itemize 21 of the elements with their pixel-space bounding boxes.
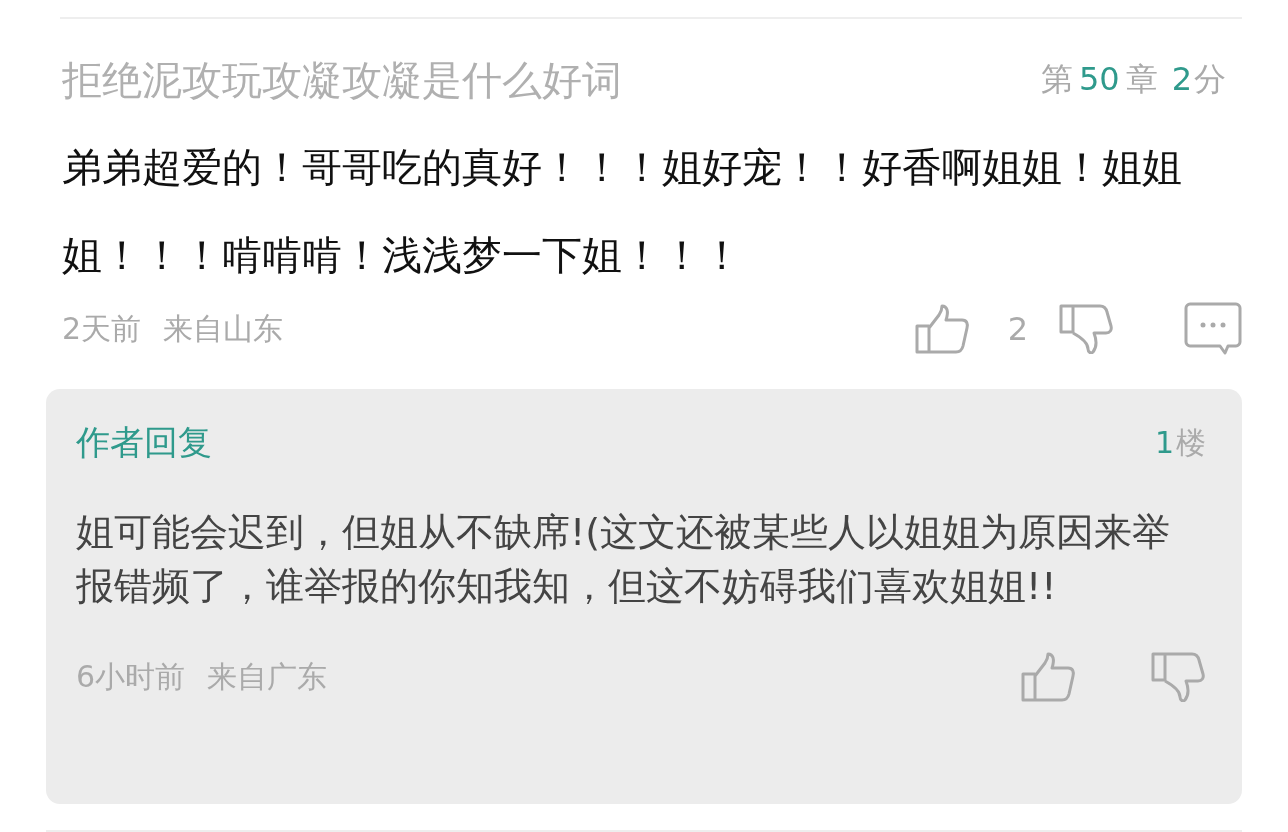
thumbs-down-icon[interactable]	[1058, 304, 1114, 354]
thumbs-up-icon[interactable]	[1020, 652, 1076, 702]
comment-time: 2天前	[62, 309, 142, 348]
author-reply-label: 作者回复	[76, 421, 212, 464]
comment-text: 弟弟超爱的！哥哥吃的真好！！！姐好宠！！好香啊姐姐！姐姐姐！！！啃啃啃！浅浅梦一下姐！！！	[62, 143, 1183, 280]
score-unit: 分	[1194, 59, 1226, 100]
comment-title: 拒绝泥攻玩攻凝攻凝是什么好词	[62, 55, 622, 105]
floor-number: 1	[1154, 424, 1174, 460]
floor-unit: 楼	[1176, 423, 1206, 462]
reply-text: 姐可能会迟到，但姐从不缺席!(这文还被某些人以姐姐为原因来举报错频了，谁举报的你知我知，但这不妨碍我们喜欢姐姐!!	[76, 509, 1172, 610]
comment-bubble-icon[interactable]	[1184, 302, 1242, 356]
thumbs-down-icon[interactable]	[1150, 652, 1206, 702]
chapter-number: 50	[1078, 60, 1120, 98]
thumbs-up-icon[interactable]	[913, 304, 970, 354]
reply-time: 6小时前	[76, 657, 186, 696]
like-count: 2	[1007, 310, 1028, 348]
score-number: 2	[1171, 60, 1192, 98]
chapter-suffix: 章	[1125, 59, 1158, 100]
comment-location: 来自山东	[163, 309, 284, 348]
reply-location: 来自广东	[207, 657, 328, 696]
chapter-prefix: 第	[1040, 59, 1073, 100]
